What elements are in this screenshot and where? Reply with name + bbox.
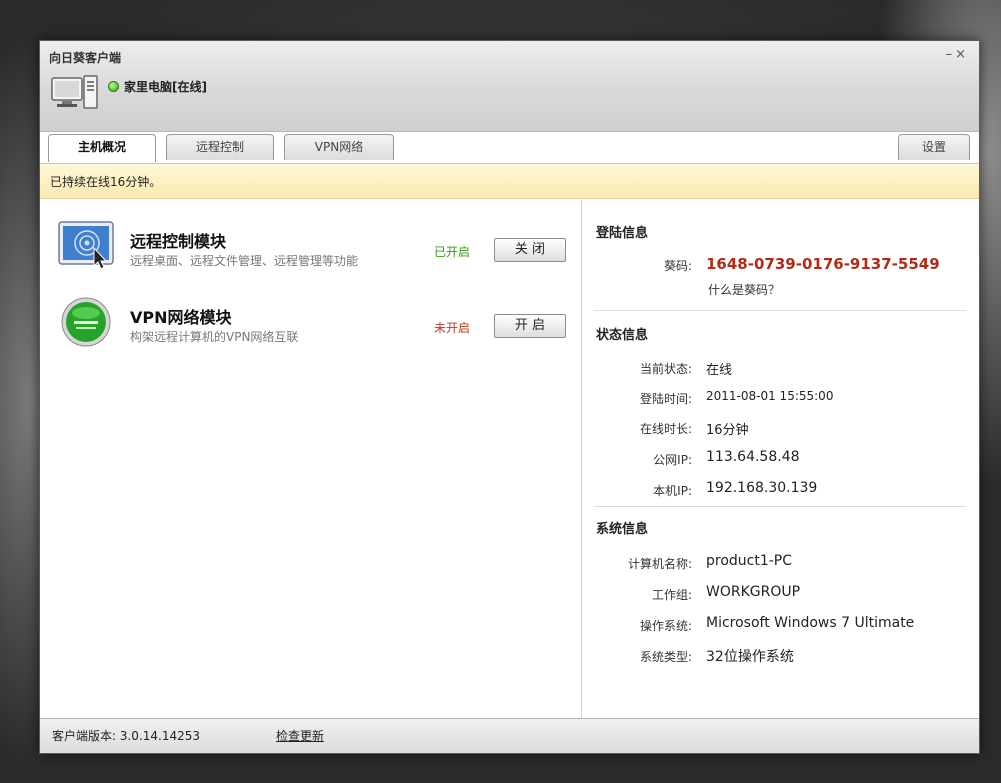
code-help-link[interactable]: 什么是葵码？ bbox=[708, 281, 780, 298]
window-controls: –× bbox=[946, 47, 969, 62]
client-window: 向日葵客户端 –× 家里电脑[在线] 主机概况 远程控制 VPN网络 设置 已持… bbox=[39, 40, 980, 754]
online-duration-notice: 已持续在线16分钟。 bbox=[40, 163, 979, 199]
module-title: VPN网络模块 bbox=[130, 308, 232, 327]
remote-control-module: 远程控制模块 远程桌面、远程文件管理、远程管理等功能 已开启 关 闭 bbox=[40, 214, 580, 284]
title-bar: 向日葵客户端 –× 家里电脑[在线] bbox=[40, 41, 979, 132]
modules-pane: 远程控制模块 远程桌面、远程文件管理、远程管理等功能 已开启 关 闭 VPN网络… bbox=[40, 200, 580, 718]
sunflower-code: 1648-0739-0176-9137-5549 bbox=[706, 255, 940, 273]
tab-host-overview[interactable]: 主机概况 bbox=[48, 134, 156, 162]
current-status-label: 当前状态: bbox=[639, 362, 692, 376]
close-button[interactable]: × bbox=[955, 47, 969, 62]
local-ip-value: 192.168.30.139 bbox=[706, 480, 818, 496]
tab-vpn-network[interactable]: VPN网络 bbox=[284, 134, 394, 160]
login-time-value: 2011-08-01 15:55:00 bbox=[706, 389, 834, 403]
online-duration-label: 在线时长: bbox=[639, 422, 692, 436]
module-status: 已开启 bbox=[434, 245, 471, 259]
tab-settings[interactable]: 设置 bbox=[898, 134, 970, 160]
public-ip-value: 113.64.58.48 bbox=[706, 449, 800, 465]
module-status: 未开启 bbox=[434, 321, 471, 335]
vpn-module: VPN网络模块 构架远程计算机的VPN网络互联 未开启 开 启 bbox=[40, 290, 580, 360]
online-duration-value: 16分钟 bbox=[706, 423, 749, 438]
login-time-label: 登陆时间: bbox=[639, 392, 692, 406]
code-label: 葵码: bbox=[663, 259, 692, 273]
check-update-link[interactable]: 检查更新 bbox=[276, 719, 324, 753]
vpn-globe-icon bbox=[61, 297, 111, 347]
status-footer: 客户端版本: 3.0.14.14253 检查更新 bbox=[40, 718, 979, 753]
divider bbox=[594, 506, 966, 507]
workgroup-value: WORKGROUP bbox=[706, 584, 801, 600]
system-type-label: 系统类型: bbox=[639, 650, 692, 664]
disable-remote-control-button[interactable]: 关 闭 bbox=[494, 238, 566, 262]
system-type-value: 32位操作系统 bbox=[706, 649, 794, 665]
tab-remote-control[interactable]: 远程控制 bbox=[166, 134, 274, 160]
tab-bar: 主机概况 远程控制 VPN网络 设置 bbox=[48, 134, 970, 162]
remote-desktop-icon bbox=[58, 221, 114, 270]
app-title: 向日葵客户端 bbox=[49, 51, 122, 65]
module-title: 远程控制模块 bbox=[130, 232, 227, 251]
computer-name-label: 计算机名称: bbox=[627, 557, 692, 571]
system-info-title: 系统信息 bbox=[596, 522, 649, 537]
current-status-value: 在线 bbox=[706, 363, 733, 378]
divider bbox=[594, 310, 966, 311]
online-status-icon bbox=[108, 81, 119, 92]
device-name: 家里电脑[在线] bbox=[124, 80, 207, 94]
os-value: Microsoft Windows 7 Ultimate bbox=[706, 615, 915, 631]
local-ip-label: 本机IP: bbox=[653, 484, 692, 498]
module-description: 构架远程计算机的VPN网络互联 bbox=[130, 330, 299, 344]
computer-icon bbox=[51, 75, 98, 109]
workgroup-label: 工作组: bbox=[651, 588, 692, 602]
status-info-title: 状态信息 bbox=[596, 328, 649, 343]
public-ip-label: 公网IP: bbox=[653, 453, 692, 467]
computer-name-value: product1-PC bbox=[706, 553, 793, 569]
login-info-title: 登陆信息 bbox=[596, 226, 649, 241]
client-version: 客户端版本: 3.0.14.14253 bbox=[52, 729, 201, 743]
os-label: 操作系统: bbox=[639, 619, 692, 633]
module-description: 远程桌面、远程文件管理、远程管理等功能 bbox=[130, 254, 359, 268]
minimize-button[interactable]: – bbox=[946, 47, 956, 62]
enable-vpn-button[interactable]: 开 启 bbox=[494, 314, 566, 338]
info-pane: 登陆信息 葵码: 1648-0739-0176-9137-5549 什么是葵码？… bbox=[581, 200, 979, 718]
